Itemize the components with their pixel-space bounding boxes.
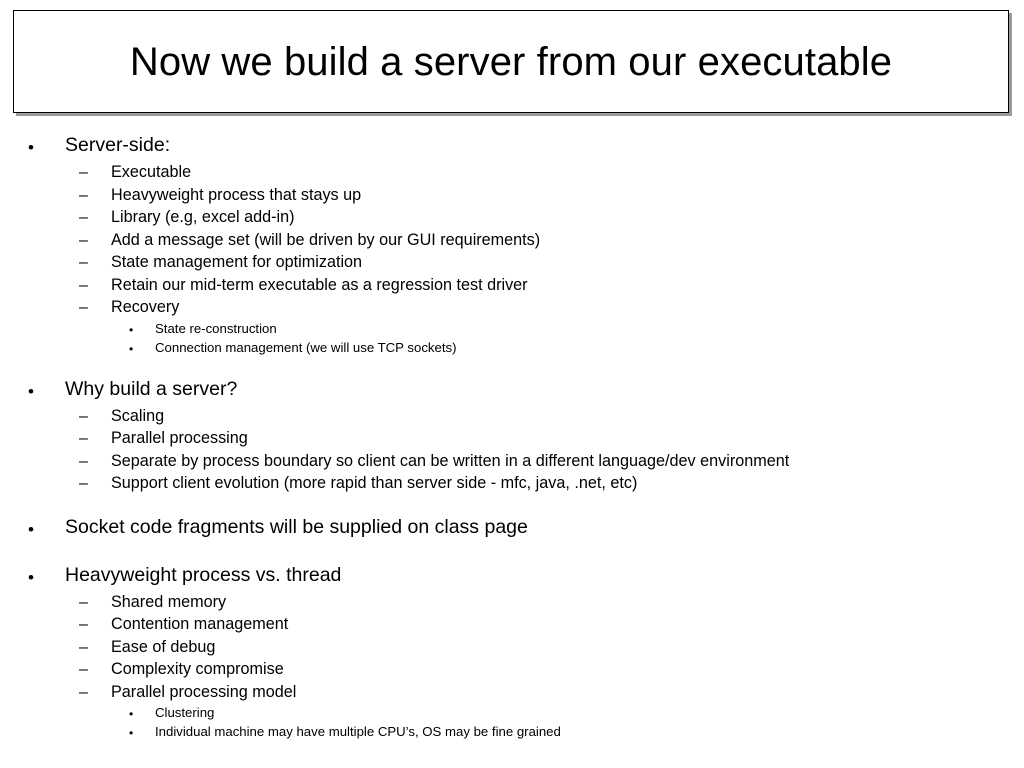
bullet-item-level-1: • Socket code fragments will be supplied … xyxy=(0,515,1024,544)
page-title: Now we build a server from our executabl… xyxy=(129,39,893,84)
bullet-text: Parallel processing xyxy=(111,429,248,447)
bullet-marker-icon: – xyxy=(79,299,88,316)
bullet-item-level-2: – Complexity compromise xyxy=(0,659,1024,682)
bullet-text: Library (e.g, excel add-in) xyxy=(111,208,295,226)
bullet-text: Recovery xyxy=(111,298,180,316)
bullet-text: Why build a server? xyxy=(65,377,238,400)
bullet-marker-icon: – xyxy=(79,209,88,226)
bullet-marker-icon: • xyxy=(129,322,134,337)
bullet-marker-icon: – xyxy=(79,430,88,447)
bullet-marker-icon: – xyxy=(79,254,88,271)
bullet-text: State management for optimization xyxy=(111,253,363,271)
bullet-item-level-2: – Ease of debug xyxy=(0,637,1024,660)
slide-title-box: Now we build a server from our executabl… xyxy=(13,10,1009,113)
bullet-text: Add a message set (will be driven by our… xyxy=(111,230,541,249)
bullet-item-level-2: – Parallel processing xyxy=(0,428,1024,451)
bullet-text: Retain our mid-term executable as a regr… xyxy=(111,275,528,294)
bullet-item-level-2: – State management for optimization xyxy=(0,252,1024,275)
bullet-marker-icon: – xyxy=(79,593,88,611)
bullet-text: Contention management xyxy=(111,615,289,633)
bullet-marker-icon: – xyxy=(79,231,88,249)
bullet-marker-icon: • xyxy=(129,726,134,740)
bullet-marker-icon: • xyxy=(28,138,34,157)
bullet-text: Clustering xyxy=(155,705,215,720)
bullet-text: Socket code fragments will be supplied o… xyxy=(65,515,528,538)
slide-body-outline: • Server-side: – Executable – Heavyweight pro… xyxy=(0,133,1024,742)
bullet-text: Executable xyxy=(111,163,192,181)
bullet-marker-icon: • xyxy=(28,381,34,401)
outline-spacer xyxy=(0,358,1024,377)
bullet-item-level-2: – Parallel processing model xyxy=(0,682,1024,705)
bullet-item-level-2: – Heavyweight process that stays up xyxy=(0,185,1024,208)
bullet-item-level-3: • Clustering xyxy=(0,704,1024,723)
bullet-item-level-2: – Add a message set (will be driven by ou… xyxy=(0,230,1024,253)
bullet-marker-icon: – xyxy=(79,407,88,425)
bullet-text: Server-side: xyxy=(65,134,171,156)
bullet-item-level-2: – Separate by process boundary so client … xyxy=(0,451,1024,474)
bullet-marker-icon: – xyxy=(79,683,88,701)
bullet-item-level-2: – Contention management xyxy=(0,614,1024,637)
bullet-item-level-3: • State re-construction xyxy=(0,320,1024,339)
bullet-text: State re-construction xyxy=(155,320,277,336)
bullet-marker-icon: – xyxy=(79,661,88,678)
bullet-item-level-1: • Heavyweight process vs. thread xyxy=(0,563,1024,592)
bullet-text: Heavyweight process vs. thread xyxy=(65,563,342,586)
bullet-marker-icon: • xyxy=(129,707,134,721)
bullet-item-level-2: – Retain our mid-term executable as a reg… xyxy=(0,275,1024,298)
bullet-item-level-2: – Library (e.g, excel add-in) xyxy=(0,207,1024,230)
bullet-item-level-2: – Shared memory xyxy=(0,592,1024,615)
bullet-text: Scaling xyxy=(111,406,165,425)
bullet-marker-icon: • xyxy=(28,519,34,539)
bullet-marker-icon: – xyxy=(79,616,88,633)
bullet-marker-icon: – xyxy=(79,475,88,492)
bullet-item-level-1: • Server-side: xyxy=(0,133,1024,162)
bullet-text: Heavyweight process that stays up xyxy=(111,185,362,204)
bullet-item-level-1: • Why build a server? xyxy=(0,377,1024,406)
outline-spacer xyxy=(0,544,1024,563)
bullet-marker-icon: – xyxy=(79,186,88,204)
bullet-marker-icon: • xyxy=(28,567,34,587)
bullet-marker-icon: – xyxy=(79,276,88,294)
bullet-text: Shared memory xyxy=(111,592,227,611)
bullet-text: Parallel processing model xyxy=(111,682,297,701)
bullet-text: Support client evolution (more rapid tha… xyxy=(111,474,638,492)
bullet-item-level-2: – Executable xyxy=(0,162,1024,185)
bullet-item-level-2: – Scaling xyxy=(0,406,1024,429)
bullet-marker-icon: – xyxy=(79,638,88,656)
bullet-item-level-3: • Individual machine may have multiple CP… xyxy=(0,723,1024,742)
bullet-marker-icon: – xyxy=(79,164,88,181)
bullet-marker-icon: – xyxy=(79,452,88,470)
bullet-text: Connection management (we will use TCP s… xyxy=(155,339,457,355)
bullet-item-level-3: • Connection management (we will use TCP … xyxy=(0,339,1024,358)
bullet-text: Complexity compromise xyxy=(111,660,284,678)
bullet-text: Individual machine may have multiple CPU… xyxy=(155,724,561,739)
bullet-item-level-2: – Support client evolution (more rapid th… xyxy=(0,473,1024,496)
bullet-text: Ease of debug xyxy=(111,637,216,656)
bullet-item-level-2: – Recovery xyxy=(0,297,1024,320)
bullet-marker-icon: • xyxy=(129,341,134,356)
outline-spacer xyxy=(0,496,1024,515)
bullet-text: Separate by process boundary so client c… xyxy=(111,451,790,470)
